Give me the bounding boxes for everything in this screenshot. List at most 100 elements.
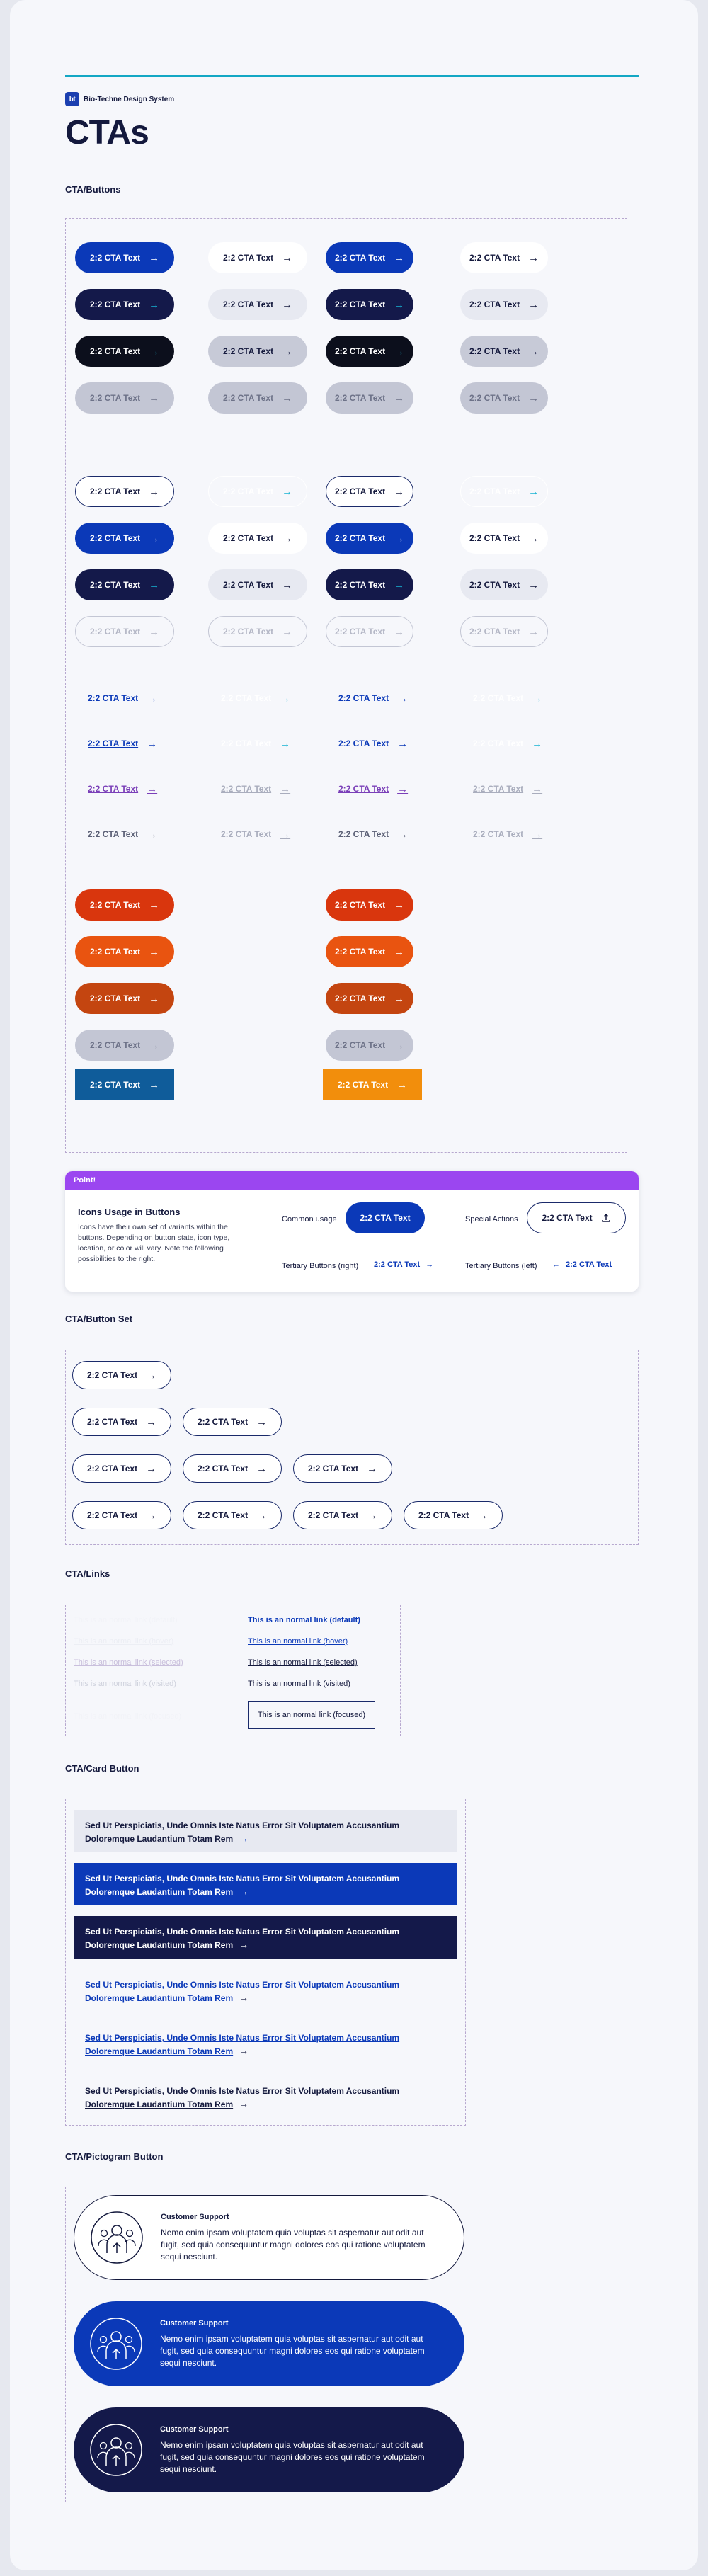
button-set-r2-c1[interactable]: 2:2 CTA Text →: [72, 1408, 171, 1436]
cta-button-r5-c1[interactable]: 2:2 CTA Text →: [75, 476, 174, 507]
cta-button-orange-r1-c3[interactable]: 2:2 CTA Text →: [326, 889, 413, 921]
cta-button-r6-c3[interactable]: 2:2 CTA Text →: [326, 523, 413, 554]
cta-button-orange-r3-c1[interactable]: 2:2 CTA Text →: [75, 983, 174, 1014]
cta-button-r4-c4[interactable]: 2:2 CTA Text →: [460, 382, 548, 414]
card-button-4[interactable]: Sed Ut Perspiciatis, Unde Omnis Iste Nat…: [74, 1969, 457, 2012]
cta-button-r7-c2[interactable]: 2:2 CTA Text →: [208, 569, 307, 600]
cta-button-orange-r3-c3[interactable]: 2:2 CTA Text →: [326, 983, 413, 1014]
button-label: 2:2 CTA Text: [222, 300, 274, 309]
cta-button-r4-c3[interactable]: 2:2 CTA Text →: [326, 382, 413, 414]
card-button-5[interactable]: Sed Ut Perspiciatis, Unde Omnis Iste Nat…: [74, 2022, 457, 2065]
pictogram-button-1[interactable]: Customer Support Nemo enim ipsam voluptat…: [74, 2195, 464, 2280]
link-left-selected[interactable]: This is an normal link (selected): [74, 1658, 183, 1667]
cta-button-r9-c3[interactable]: 2:2 CTA Text →: [326, 683, 413, 714]
cta-button-r7-c1[interactable]: 2:2 CTA Text →: [75, 569, 174, 600]
cta-button-orange-r1-c1[interactable]: 2:2 CTA Text →: [75, 889, 174, 921]
card-button-2[interactable]: Sed Ut Perspiciatis, Unde Omnis Iste Nat…: [74, 1863, 457, 1905]
link-left-focused[interactable]: This is an normal link (focused): [74, 1712, 181, 1721]
arrow-right-icon: →: [256, 1415, 268, 1428]
cta-button-r6-c1[interactable]: 2:2 CTA Text →: [75, 523, 174, 554]
special-actions-button[interactable]: 2:2 CTA Text: [527, 1202, 626, 1233]
card-button-line1: Sed Ut Perspiciatis, Unde Omnis Iste Nat…: [85, 1980, 400, 1990]
link-hover[interactable]: This is an normal link (hover): [248, 1637, 348, 1646]
cta-button-r8-c2[interactable]: 2:2 CTA Text →: [208, 616, 307, 647]
button-label: 2:2 CTA Text: [197, 1464, 249, 1474]
cta-button-r11-c3[interactable]: 2:2 CTA Text →: [326, 773, 413, 804]
cta-button-r3-c1[interactable]: 2:2 CTA Text →: [75, 336, 174, 367]
cta-button-r9-c2[interactable]: 2:2 CTA Text →: [208, 683, 307, 714]
cta-button-r5-c2[interactable]: 2:2 CTA Text →: [208, 476, 307, 507]
card-button-1[interactable]: Sed Ut Perspiciatis, Unde Omnis Iste Nat…: [74, 1810, 457, 1852]
cta-button-r9-c1[interactable]: 2:2 CTA Text →: [75, 683, 174, 714]
link-selected[interactable]: This is an normal link (selected): [248, 1658, 358, 1667]
cta-button-orange-r4-c3[interactable]: 2:2 CTA Text →: [326, 1030, 413, 1061]
cta-button-r3-c3[interactable]: 2:2 CTA Text →: [326, 336, 413, 367]
cta-button-r5-c3[interactable]: 2:2 CTA Text →: [326, 476, 413, 507]
button-set-r4-c3[interactable]: 2:2 CTA Text →: [293, 1501, 392, 1529]
button-set-r1-c1[interactable]: 2:2 CTA Text →: [72, 1361, 171, 1389]
button-set-r3-c2[interactable]: 2:2 CTA Text →: [183, 1454, 282, 1483]
cta-button-r6-c2[interactable]: 2:2 CTA Text →: [208, 523, 307, 554]
cta-button-rect-blue[interactable]: 2:2 CTA Text →: [75, 1069, 174, 1100]
cta-button-r11-c4[interactable]: 2:2 CTA Text →: [460, 773, 548, 804]
link-focused[interactable]: This is an normal link (focused): [258, 1711, 365, 1719]
cta-button-r4-c1[interactable]: 2:2 CTA Text →: [75, 382, 174, 414]
button-label: 2:2 CTA Text: [89, 580, 141, 590]
button-set-r4-c1[interactable]: 2:2 CTA Text →: [72, 1501, 171, 1529]
cta-button-r7-c4[interactable]: 2:2 CTA Text →: [460, 569, 548, 600]
cta-button-r8-c3[interactable]: 2:2 CTA Text →: [326, 616, 413, 647]
cta-button-r1-c4[interactable]: 2:2 CTA Text →: [460, 242, 548, 273]
tertiary-right-button[interactable]: 2:2 CTA Text →: [374, 1260, 433, 1269]
common-usage-button[interactable]: 2:2 CTA Text: [346, 1202, 425, 1233]
cta-button-r1-c2[interactable]: 2:2 CTA Text →: [208, 242, 307, 273]
cta-button-r2-c3[interactable]: 2:2 CTA Text →: [326, 289, 413, 320]
arrow-right-icon: →: [528, 579, 539, 591]
arrow-right-icon: →: [528, 532, 539, 545]
pictogram-button-2[interactable]: Customer Support Nemo enim ipsam voluptat…: [74, 2301, 464, 2386]
link-left-visited[interactable]: This is an normal link (visited): [74, 1680, 176, 1688]
cta-button-r9-c4[interactable]: 2:2 CTA Text →: [460, 683, 548, 714]
pictogram-button-3[interactable]: Customer Support Nemo enim ipsam voluptat…: [74, 2407, 464, 2492]
cta-button-r10-c1[interactable]: 2:2 CTA Text →: [75, 728, 174, 759]
cta-button-r10-c2[interactable]: 2:2 CTA Text →: [208, 728, 307, 759]
cta-button-r8-c1[interactable]: 2:2 CTA Text →: [75, 616, 174, 647]
card-button-6[interactable]: Sed Ut Perspiciatis, Unde Omnis Iste Nat…: [74, 2075, 457, 2118]
link-visited[interactable]: This is an normal link (visited): [248, 1680, 350, 1688]
cta-button-r1-c3[interactable]: 2:2 CTA Text →: [326, 242, 413, 273]
cta-button-r12-c3[interactable]: 2:2 CTA Text →: [326, 819, 413, 850]
cta-button-r3-c2[interactable]: 2:2 CTA Text →: [208, 336, 307, 367]
cta-button-orange-r4-c1[interactable]: 2:2 CTA Text →: [75, 1030, 174, 1061]
cta-button-r1-c1[interactable]: 2:2 CTA Text →: [75, 242, 174, 273]
link-default[interactable]: This is an normal link (default): [248, 1616, 360, 1624]
cta-button-orange-r2-c3[interactable]: 2:2 CTA Text →: [326, 936, 413, 967]
card-button-3[interactable]: Sed Ut Perspiciatis, Unde Omnis Iste Nat…: [74, 1916, 457, 1959]
cta-button-r8-c4[interactable]: 2:2 CTA Text →: [460, 616, 548, 647]
button-set-r3-c3[interactable]: 2:2 CTA Text →: [293, 1454, 392, 1483]
cta-button-r12-c2[interactable]: 2:2 CTA Text →: [208, 819, 307, 850]
cta-button-r11-c2[interactable]: 2:2 CTA Text →: [208, 773, 307, 804]
cta-button-r3-c4[interactable]: 2:2 CTA Text →: [460, 336, 548, 367]
cta-button-r12-c1[interactable]: 2:2 CTA Text →: [75, 819, 174, 850]
cta-button-r7-c3[interactable]: 2:2 CTA Text →: [326, 569, 413, 600]
customer-support-icon: [91, 2211, 143, 2264]
link-left-default[interactable]: This is an normal link (default): [74, 1616, 178, 1624]
cta-button-r12-c4[interactable]: 2:2 CTA Text →: [460, 819, 548, 850]
cta-button-r6-c4[interactable]: 2:2 CTA Text →: [460, 523, 548, 554]
cta-button-r2-c1[interactable]: 2:2 CTA Text →: [75, 289, 174, 320]
cta-button-orange-r2-c1[interactable]: 2:2 CTA Text →: [75, 936, 174, 967]
link-left-hover[interactable]: This is an normal link (hover): [74, 1637, 173, 1646]
cta-button-r10-c4[interactable]: 2:2 CTA Text →: [460, 728, 548, 759]
button-set-r2-c2[interactable]: 2:2 CTA Text →: [183, 1408, 282, 1436]
button-set-r3-c1[interactable]: 2:2 CTA Text →: [72, 1454, 171, 1483]
cta-button-r10-c3[interactable]: 2:2 CTA Text →: [326, 728, 413, 759]
cta-button-r4-c2[interactable]: 2:2 CTA Text →: [208, 382, 307, 414]
arrow-right-icon: →: [282, 392, 293, 404]
button-set-r4-c2[interactable]: 2:2 CTA Text →: [183, 1501, 282, 1529]
cta-button-r5-c4[interactable]: 2:2 CTA Text →: [460, 476, 548, 507]
button-set-r4-c4[interactable]: 2:2 CTA Text →: [404, 1501, 503, 1529]
cta-button-rect-orange[interactable]: 2:2 CTA Text →: [323, 1069, 422, 1100]
cta-button-r11-c1[interactable]: 2:2 CTA Text →: [75, 773, 174, 804]
cta-button-r2-c4[interactable]: 2:2 CTA Text →: [460, 289, 548, 320]
tertiary-left-button[interactable]: ← 2:2 CTA Text: [552, 1260, 612, 1269]
cta-button-r2-c2[interactable]: 2:2 CTA Text →: [208, 289, 307, 320]
